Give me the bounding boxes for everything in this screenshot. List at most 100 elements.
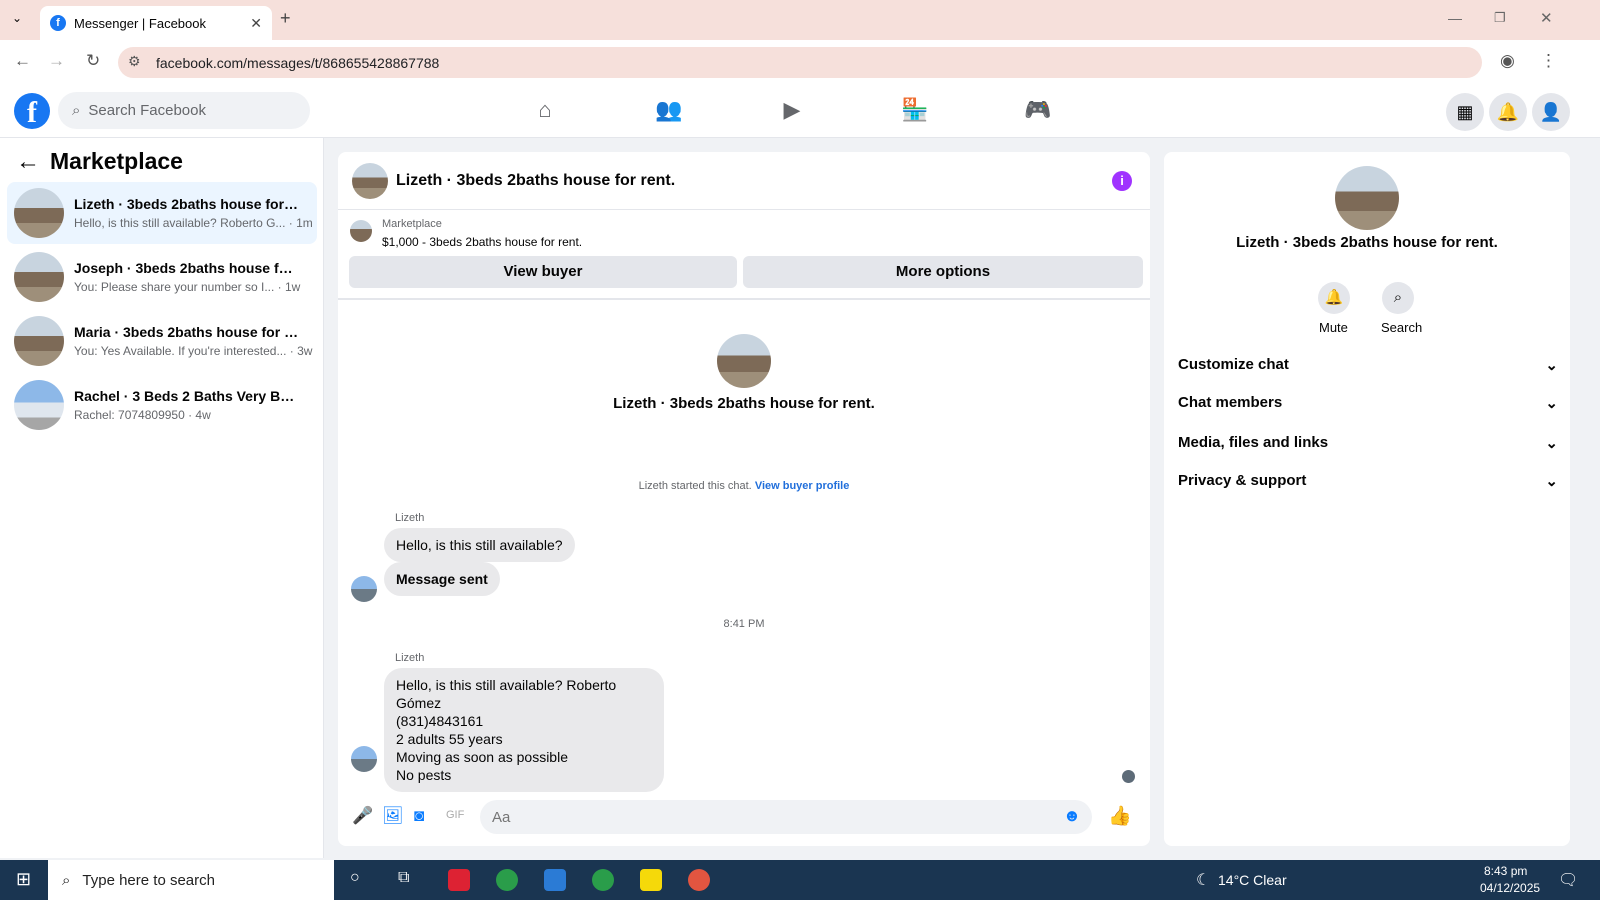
forward-icon[interactable]: → xyxy=(48,51,65,71)
url-text: facebook.com/messages/t/868655428867788 xyxy=(156,54,440,71)
search-icon[interactable]: ⌕ xyxy=(1382,282,1414,314)
notification-center-icon[interactable]: 🗨 xyxy=(1558,870,1578,890)
facebook-logo[interactable]: f xyxy=(14,93,50,129)
chrome-icon[interactable] xyxy=(496,869,518,891)
close-window-icon[interactable]: ✕ xyxy=(1540,9,1553,27)
cortana-icon[interactable]: ○ xyxy=(350,869,360,887)
like-icon[interactable]: 👍 xyxy=(1108,804,1132,828)
chevron-down-icon: ⌄ xyxy=(1545,395,1558,412)
listing-thumbnail xyxy=(350,220,372,242)
search-facebook-input[interactable]: ⌕ Search Facebook xyxy=(58,92,310,129)
composer: 🎤 🖼 ◙ GIF ☻ 👍 xyxy=(338,790,1150,846)
listing-title[interactable]: $1,000 - 3beds 2baths house for rent. xyxy=(382,235,582,249)
sender-name: Lizeth xyxy=(395,512,425,524)
conversation-avatar xyxy=(14,316,64,366)
chat-title[interactable]: Lizeth · 3beds 2baths house for rent. xyxy=(396,172,675,190)
chat-start-notice: Lizeth started this chat. View buyer pro… xyxy=(338,480,1150,492)
section-label: Customize chat xyxy=(1178,356,1289,373)
details-name: Lizeth · 3beds 2baths house for rent. xyxy=(1236,234,1498,251)
sticker-icon[interactable]: ◙ xyxy=(414,806,424,826)
conversation-item[interactable]: Lizeth · 3beds 2baths house for rent. He… xyxy=(7,182,317,244)
close-tab-icon[interactable]: ✕ xyxy=(250,15,262,32)
site-info-icon[interactable]: ⚙ xyxy=(128,53,141,70)
calculator-icon[interactable] xyxy=(544,869,566,891)
emoji-icon[interactable]: ☻ xyxy=(1063,806,1081,826)
clock-time[interactable]: 8:43 pm xyxy=(1484,864,1527,878)
menu-icon[interactable]: ⋮ xyxy=(1540,51,1557,71)
reload-icon[interactable]: ↻ xyxy=(86,51,100,71)
account-avatar[interactable]: 👤 xyxy=(1532,93,1570,131)
gaming-icon[interactable]: 🎮 xyxy=(1024,97,1052,125)
seen-indicator-icon xyxy=(1122,770,1135,783)
new-tab-icon[interactable]: + xyxy=(280,8,291,29)
section-media[interactable]: Media, files and links ⌄ xyxy=(1178,434,1558,452)
facebook-favicon-icon: f xyxy=(50,15,66,31)
section-chat-members[interactable]: Chat members ⌄ xyxy=(1178,394,1558,412)
chat-avatar[interactable] xyxy=(352,162,388,199)
conversation-item[interactable]: Joseph · 3beds 2baths house for... You: … xyxy=(7,246,317,308)
conversation-title: Joseph · 3beds 2baths house for... xyxy=(74,260,299,276)
message-input[interactable] xyxy=(480,800,1092,834)
back-arrow-icon[interactable]: ← xyxy=(16,148,40,176)
clock-date[interactable]: 04/12/2025 xyxy=(1480,881,1540,895)
home-icon[interactable]: ⌂ xyxy=(531,97,559,125)
conversation-snippet: You: Please share your number so I... · … xyxy=(74,280,301,294)
details-panel: Lizeth · 3beds 2baths house for rent. 🔔 … xyxy=(1164,152,1570,846)
app-icon[interactable] xyxy=(448,869,470,891)
menu-grid-icon[interactable]: ▦ xyxy=(1446,93,1484,131)
notifications-icon[interactable]: 🔔 xyxy=(1489,93,1527,131)
message-bubble-multiline[interactable]: Hello, is this still available? Roberto … xyxy=(384,668,664,792)
url-field[interactable]: ⚙ facebook.com/messages/t/86865542886778… xyxy=(118,47,1482,78)
details-avatar xyxy=(1335,166,1399,230)
conversation-list: ← Marketplace Lizeth · 3beds 2baths hous… xyxy=(0,138,324,858)
back-icon[interactable]: ← xyxy=(14,51,31,71)
browser-tab[interactable]: f Messenger | Facebook ✕ xyxy=(40,6,272,40)
address-bar-row: ← → ↻ ⚙ facebook.com/messages/t/86865542… xyxy=(0,40,1600,85)
windows-start-icon[interactable]: ⊞ xyxy=(16,869,31,890)
sticky-notes-icon[interactable] xyxy=(640,869,662,891)
conversation-snippet: Rachel: 7074809950 · 4w xyxy=(74,408,211,422)
chat-center-name: Lizeth · 3beds 2baths house for rent. xyxy=(613,395,875,412)
view-buyer-button[interactable]: View buyer xyxy=(349,256,737,288)
chat-panel: Lizeth · 3beds 2baths house for rent. i … xyxy=(338,152,1150,846)
gif-icon[interactable]: GIF xyxy=(446,809,464,821)
section-privacy[interactable]: Privacy & support ⌄ xyxy=(1178,472,1558,490)
marketplace-icon[interactable]: 🏪 xyxy=(901,97,929,125)
view-buyer-profile-link[interactable]: View buyer profile xyxy=(755,480,850,492)
chat-header: Lizeth · 3beds 2baths house for rent. i xyxy=(338,152,1150,210)
tab-search-icon[interactable]: ⌄ xyxy=(12,11,22,25)
sidebar-title: Marketplace xyxy=(50,148,183,174)
profile-icon[interactable]: ◉ xyxy=(1500,51,1515,71)
search-icon: ⌕ xyxy=(72,102,81,119)
video-icon[interactable]: ▶ xyxy=(778,97,806,125)
conversation-title: Maria · 3beds 2baths house for rent. xyxy=(74,324,299,340)
browser-tab-bar: ⌄ f Messenger | Facebook ✕ + — ❐ ✕ xyxy=(0,0,1600,40)
started-text: Lizeth started this chat. xyxy=(638,480,752,492)
weather-text[interactable]: 14°C Clear xyxy=(1218,872,1287,888)
section-customize-chat[interactable]: Customize chat ⌄ xyxy=(1178,356,1558,374)
message-bubble[interactable]: Message sent xyxy=(384,562,500,596)
task-view-icon[interactable]: ⧉ xyxy=(398,869,409,887)
conversation-title: Rachel · 3 Beds 2 Baths Very Beaut... xyxy=(74,388,299,404)
conversation-item[interactable]: Rachel · 3 Beds 2 Baths Very Beaut... Ra… xyxy=(7,374,317,436)
sender-name: Lizeth xyxy=(395,652,425,664)
microphone-icon[interactable]: 🎤 xyxy=(352,806,373,826)
mute-label: Mute xyxy=(1319,320,1348,335)
conversation-snippet: Hello, is this still available? Roberto … xyxy=(74,216,313,230)
mute-icon[interactable]: 🔔 xyxy=(1318,282,1350,314)
message-bubble[interactable]: Hello, is this still available? xyxy=(384,528,575,562)
more-options-button[interactable]: More options xyxy=(743,256,1143,288)
chrome-icon[interactable] xyxy=(688,869,710,891)
restore-icon[interactable]: ❐ xyxy=(1494,10,1506,26)
friends-icon[interactable]: 👥 xyxy=(655,97,683,125)
minimize-icon[interactable]: — xyxy=(1448,10,1462,26)
taskbar-search[interactable]: ⌕ Type here to search xyxy=(48,860,334,900)
conversation-item[interactable]: Maria · 3beds 2baths house for rent. You… xyxy=(7,310,317,372)
facebook-header: f ⌕ Search Facebook ⌂ 👥 ▶ 🏪 🎮 ▦ 🔔 👤 xyxy=(0,85,1600,138)
message-line: 2 adults 55 years xyxy=(396,731,503,747)
taskbar-search-text: Type here to search xyxy=(82,871,215,889)
info-icon[interactable]: i xyxy=(1112,171,1132,191)
photo-icon[interactable]: 🖼 xyxy=(382,806,404,826)
chrome-icon[interactable] xyxy=(592,869,614,891)
tab-title: Messenger | Facebook xyxy=(74,15,206,31)
